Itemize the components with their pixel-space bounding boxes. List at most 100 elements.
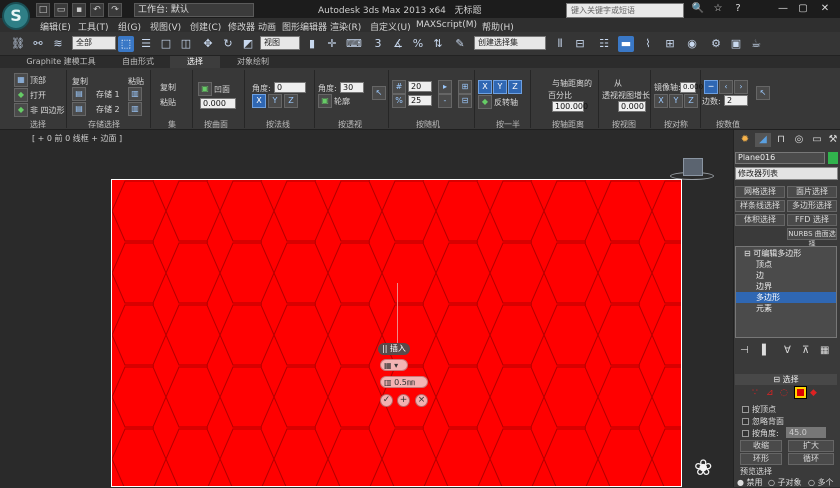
symmetry-axis-y[interactable]: Y xyxy=(669,94,683,108)
material-editor-icon[interactable]: ◉ xyxy=(684,36,700,52)
minimize-button[interactable]: — xyxy=(775,2,791,16)
redo-icon[interactable]: ↷ xyxy=(108,3,122,17)
preview-disable-radio[interactable]: ● 禁用 xyxy=(737,477,763,488)
numeric-edges-input[interactable]: 2 xyxy=(724,95,748,106)
tab-selection[interactable]: 选择 xyxy=(170,56,220,68)
percent-snap-icon[interactable]: % xyxy=(410,36,426,52)
new-file-icon[interactable]: □ xyxy=(36,3,50,17)
modify-tab-icon[interactable]: ◢ xyxy=(755,133,771,147)
select-top-icon[interactable]: ▦ xyxy=(14,73,28,87)
mirror-icon[interactable]: ⫴ xyxy=(552,36,568,52)
stack-root-item[interactable]: ⊟ 可编辑多边形 xyxy=(736,248,836,259)
show-end-result-icon[interactable]: ▌ xyxy=(762,345,770,356)
menu-maxscript[interactable]: MAXScript(M) xyxy=(416,20,477,30)
manipulate-icon[interactable]: ✛ xyxy=(324,36,340,52)
ffd-select-button[interactable]: FFD 选择 xyxy=(787,214,837,226)
named-selection-dropdown[interactable]: 创建选择集 xyxy=(474,36,546,50)
surface-mode-icon[interactable]: ▣ xyxy=(198,82,212,96)
select-by-name-icon[interactable]: ☰ xyxy=(138,36,154,52)
patch-select-button[interactable]: 面片选择 xyxy=(787,186,837,198)
selection-filter-dropdown[interactable]: 全部 xyxy=(72,36,116,50)
motion-tab-icon[interactable]: ◎ xyxy=(791,133,807,147)
align-icon[interactable]: ⊟ xyxy=(572,36,588,52)
edit-named-sel-icon[interactable]: ✎ xyxy=(452,36,468,52)
move-icon[interactable]: ✥ xyxy=(200,36,216,52)
rotate-icon[interactable]: ↻ xyxy=(220,36,236,52)
by-vertex-checkbox[interactable]: 按顶点 xyxy=(742,404,776,415)
preview-multi-radio[interactable]: ○ 多个 xyxy=(808,477,834,488)
element-level-icon[interactable]: ◆ xyxy=(810,388,817,398)
open-file-icon[interactable]: ▭ xyxy=(54,3,68,17)
reference-coord-dropdown[interactable]: 视图 xyxy=(260,36,300,50)
persp-outline-label[interactable]: 轮廓 xyxy=(334,96,350,107)
maximize-button[interactable]: ▢ xyxy=(795,2,811,16)
store2-label[interactable]: 存储 2 xyxy=(96,104,120,115)
select-top-label[interactable]: 顶部 xyxy=(30,75,46,86)
vertex-level-icon[interactable]: ∵ xyxy=(752,388,758,398)
border-level-icon[interactable]: ◌ xyxy=(780,388,788,398)
keyboard-shortcut-icon[interactable]: ⌨ xyxy=(346,36,362,52)
select-open-icon[interactable]: ◆ xyxy=(14,88,28,102)
bind-space-warp-icon[interactable]: ≋ xyxy=(50,36,66,52)
tab-freeform[interactable]: 自由形式 xyxy=(108,56,168,68)
pivot-center-icon[interactable]: ▮ xyxy=(304,36,320,52)
caddy-apply-icon[interactable]: + xyxy=(397,394,410,407)
schematic-view-icon[interactable]: ⊞ xyxy=(662,36,678,52)
viewport-label[interactable]: [ + 0 前 0 线框 + 边面 ] xyxy=(32,133,122,144)
mesh-select-button[interactable]: 网格选择 xyxy=(735,186,785,198)
persp-outline-icon[interactable]: ▣ xyxy=(318,94,332,108)
symmetry-value-input[interactable]: 0.000 xyxy=(680,82,703,93)
render-teapot-icon[interactable]: ☕ xyxy=(748,36,764,52)
stack-item-element[interactable]: 元素 xyxy=(736,303,836,314)
modifier-list-dropdown[interactable]: 修改器列表 xyxy=(735,167,838,180)
polygon-level-icon[interactable] xyxy=(794,386,807,399)
make-unique-icon[interactable]: ∀ xyxy=(784,345,791,356)
by-angle-checkbox[interactable]: 按角度: xyxy=(742,428,779,439)
unlink-icon[interactable]: ⚯ xyxy=(30,36,46,52)
undo-icon[interactable]: ↶ xyxy=(90,3,104,17)
half-axis-x[interactable]: X xyxy=(478,80,492,94)
rect-region-icon[interactable]: □ xyxy=(158,36,174,52)
edge-level-icon[interactable]: ⊿ xyxy=(766,388,774,398)
normal-axis-x[interactable]: X xyxy=(252,94,266,108)
select-open-label[interactable]: 打开 xyxy=(30,90,46,101)
random-count-icon[interactable]: # xyxy=(392,80,406,94)
caddy-ok-icon[interactable]: ✓ xyxy=(380,394,393,407)
set-copy-button[interactable]: 复制 xyxy=(160,82,176,93)
surface-value-input[interactable]: 0.000 xyxy=(200,98,236,109)
select-nonquad-label[interactable]: 非 四边形 xyxy=(30,105,65,116)
random-shrink-icon[interactable]: ⊟ xyxy=(458,94,472,108)
selection-rollout-title[interactable]: ⊟ 选择 xyxy=(735,374,837,385)
object-name-field[interactable]: Plane016 xyxy=(735,152,825,164)
remove-modifier-icon[interactable]: ⊼ xyxy=(802,345,809,356)
numeric-select-icon[interactable]: ↖ xyxy=(756,86,770,100)
random-percent-input[interactable]: 25 xyxy=(408,95,432,106)
numeric-next-icon[interactable]: › xyxy=(734,80,748,94)
spinner-snap-icon[interactable]: ⇅ xyxy=(430,36,446,52)
random-remove-icon[interactable]: - xyxy=(438,94,452,108)
loop-button[interactable]: 循环 xyxy=(788,453,834,465)
pin-stack-icon[interactable]: ⊣ xyxy=(740,345,749,356)
ignore-backfacing-checkbox[interactable]: 忽略背面 xyxy=(742,416,784,427)
grow-button[interactable]: 扩大 xyxy=(788,440,834,452)
tab-graphite[interactable]: Graphite 建模工具 xyxy=(22,56,100,68)
help-icon[interactable]: ? xyxy=(730,2,746,16)
caddy-title[interactable]: || 插入 xyxy=(378,343,410,355)
random-percent-icon[interactable]: % xyxy=(392,94,406,108)
link-icon[interactable]: ⛓ xyxy=(10,36,26,52)
random-grow-icon[interactable]: ⊞ xyxy=(458,80,472,94)
half-flip-label[interactable]: 反转轴 xyxy=(494,97,518,108)
symmetry-axis-z[interactable]: Z xyxy=(684,94,698,108)
viewcube-icon[interactable] xyxy=(683,158,703,176)
persp-angle-input[interactable]: 30 xyxy=(340,82,364,93)
app-logo-icon[interactable]: S xyxy=(2,2,30,30)
store1-paste-icon[interactable]: ▥ xyxy=(128,87,142,101)
object-color-swatch[interactable] xyxy=(828,152,838,164)
caddy-amount-input[interactable]: ▥ 0.5㎜ xyxy=(380,376,428,388)
search-input[interactable]: 键入关键字或短语 xyxy=(566,3,684,18)
store1-label[interactable]: 存储 1 xyxy=(96,89,120,100)
half-axis-y[interactable]: Y xyxy=(493,80,507,94)
half-axis-z[interactable]: Z xyxy=(508,80,522,94)
store2-copy-icon[interactable]: ▤ xyxy=(72,102,86,116)
nurbs-select-button[interactable]: NURBS 曲面选择 xyxy=(787,228,837,248)
